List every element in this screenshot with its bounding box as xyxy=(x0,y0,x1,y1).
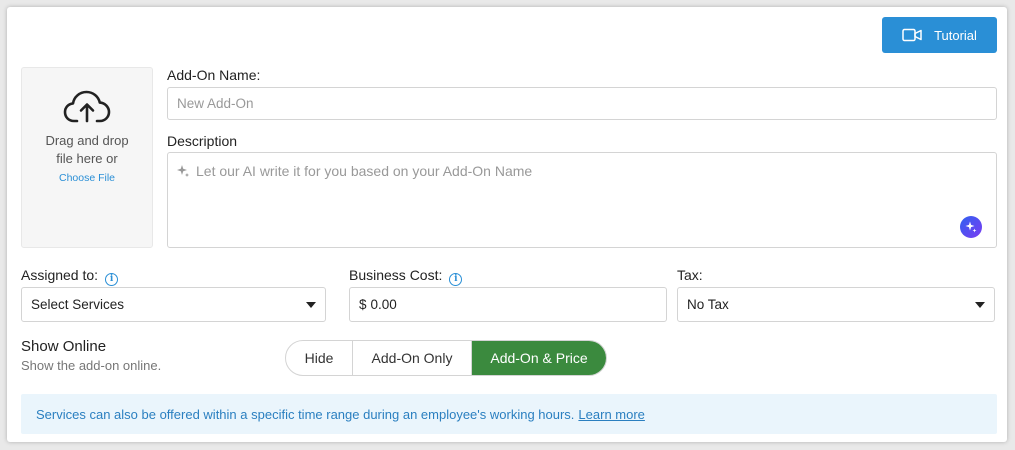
description-placeholder: Let our AI write it for you based on you… xyxy=(196,163,533,179)
assigned-value: Select Services xyxy=(31,297,125,312)
option-hide[interactable]: Hide xyxy=(286,341,353,375)
tax-label: Tax: xyxy=(677,267,703,283)
description-label: Description xyxy=(167,133,238,149)
learn-more-link[interactable]: Learn more xyxy=(578,407,644,422)
addon-name-label: Add-On Name: xyxy=(167,67,261,83)
option-addon-and-price[interactable]: Add-On & Price xyxy=(472,341,606,375)
assigned-select[interactable]: Select Services xyxy=(21,287,326,322)
assigned-label: Assigned to: i xyxy=(21,267,119,286)
addon-form-card: Tutorial Drag and drop file here or Choo… xyxy=(7,7,1007,442)
cloud-upload-icon xyxy=(63,90,111,123)
ai-sparkle-icon xyxy=(965,221,977,233)
dropdown-arrow-icon xyxy=(975,301,985,308)
dropzone-text: Drag and drop file here or xyxy=(45,133,129,166)
show-online-subtitle: Show the add-on online. xyxy=(21,358,162,373)
info-icon[interactable]: i xyxy=(105,272,119,286)
addon-name-input[interactable]: New Add-On xyxy=(167,87,997,120)
ai-generate-button[interactable] xyxy=(960,216,982,238)
show-online-toggle: Hide Add-On Only Add-On & Price xyxy=(285,340,607,376)
tax-value: No Tax xyxy=(687,297,729,312)
assigned-label-text: Assigned to: xyxy=(21,267,99,283)
option-addon-only[interactable]: Add-On Only xyxy=(353,341,472,375)
choose-file-link[interactable]: Choose File xyxy=(59,172,115,184)
business-cost-input[interactable]: $ 0.00 xyxy=(349,287,667,322)
video-camera-icon xyxy=(902,28,922,42)
business-cost-label-text: Business Cost: xyxy=(349,267,443,283)
info-banner: Services can also be offered within a sp… xyxy=(21,394,997,434)
tax-select[interactable]: No Tax xyxy=(677,287,995,322)
info-icon[interactable]: i xyxy=(449,272,463,286)
currency-symbol: $ xyxy=(359,297,367,312)
business-cost-label: Business Cost: i xyxy=(349,267,463,286)
tutorial-button[interactable]: Tutorial xyxy=(882,17,997,53)
sparkle-icon xyxy=(177,165,189,177)
addon-name-placeholder: New Add-On xyxy=(177,96,254,111)
tutorial-label: Tutorial xyxy=(934,27,977,43)
file-dropzone[interactable]: Drag and drop file here or Choose File xyxy=(21,67,153,248)
show-online-title: Show Online xyxy=(21,338,107,355)
banner-text: Services can also be offered within a sp… xyxy=(36,406,575,422)
description-textarea[interactable]: Let our AI write it for you based on you… xyxy=(167,152,997,248)
business-cost-value: 0.00 xyxy=(370,297,397,312)
dropdown-arrow-icon xyxy=(306,301,316,308)
